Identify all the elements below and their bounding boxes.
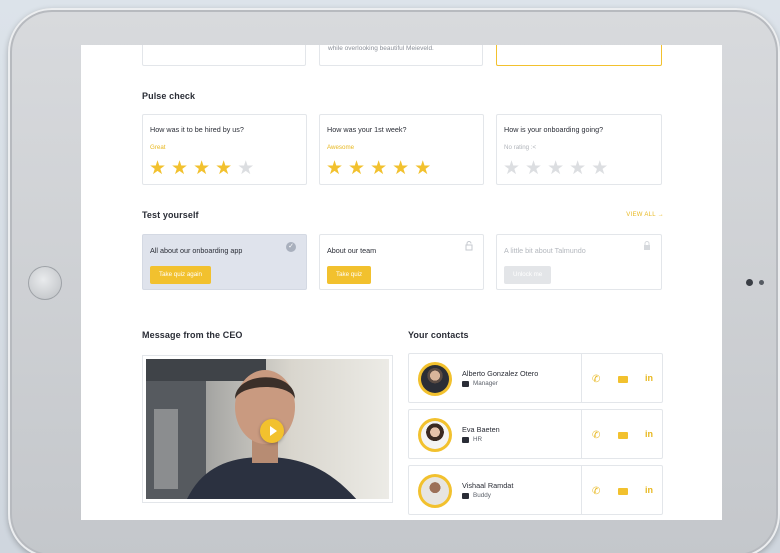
arrow-right-icon: →	[657, 212, 664, 218]
checkmark-icon: ✓	[286, 242, 296, 252]
quiz-card-talmundo[interactable]: A little bit about Talmundo Unlock me	[496, 234, 662, 290]
linkedin-icon[interactable]: in	[645, 429, 653, 439]
pulse-card-onboarding[interactable]: How is your onboarding going? No rating …	[496, 114, 662, 185]
top-card-middle[interactable]: while overlooking beautiful Meieveld.	[319, 45, 483, 66]
sensor-icon	[759, 280, 764, 285]
pulse-card-first-week[interactable]: How was your 1st week? Awesome ★ ★ ★ ★ ★	[319, 114, 484, 185]
avatar	[418, 418, 452, 452]
contact-name: Alberto Gonzalez Otero	[462, 369, 539, 378]
contact-role: Manager	[473, 380, 498, 387]
pulse-question: How is your onboarding going?	[504, 125, 604, 134]
ceo-message-title: Message from the CEO	[142, 330, 243, 340]
play-icon[interactable]	[260, 419, 284, 443]
view-all-label: VIEW ALL	[626, 212, 656, 218]
pulse-check-title: Pulse check	[142, 91, 196, 101]
contact-role: HR	[473, 436, 483, 443]
star-icon[interactable]: ★	[326, 159, 343, 178]
ceo-video-player[interactable]	[142, 355, 393, 503]
divider	[581, 354, 582, 402]
take-quiz-again-button[interactable]: Take quiz again	[150, 266, 211, 284]
unlocked-padlock-icon	[465, 241, 473, 251]
star-rating[interactable]: ★ ★ ★ ★ ★	[149, 159, 254, 178]
video-thumbnail	[146, 359, 389, 499]
top-card-left[interactable]	[142, 45, 306, 66]
star-icon[interactable]: ★	[149, 159, 166, 178]
quiz-card-onboarding-app[interactable]: All about our onboarding app ✓ Take quiz…	[142, 234, 307, 290]
star-icon[interactable]: ★	[370, 159, 387, 178]
pulse-question: How was your 1st week?	[327, 125, 407, 134]
app-screen: while overlooking beautiful Meieveld. Pu…	[81, 45, 722, 520]
home-button	[28, 266, 62, 300]
padlock-icon	[644, 241, 650, 250]
quiz-card-team[interactable]: About our team Take quiz	[319, 234, 484, 290]
star-rating[interactable]: ★ ★ ★ ★ ★	[503, 159, 608, 178]
briefcase-icon	[462, 381, 469, 387]
phone-icon[interactable]: ✆	[592, 486, 600, 497]
contact-card: Alberto Gonzalez Otero Manager ✆ in	[408, 353, 663, 403]
star-icon[interactable]: ★	[171, 159, 188, 178]
quiz-title: About our team	[327, 246, 377, 255]
star-icon[interactable]: ★	[348, 159, 365, 178]
top-card-right-selected[interactable]	[496, 45, 662, 66]
mail-icon[interactable]	[618, 488, 628, 495]
briefcase-icon	[462, 437, 469, 443]
star-icon[interactable]: ★	[237, 159, 254, 178]
avatar	[418, 362, 452, 396]
contact-card: Eva Baeten HR ✆ in	[408, 409, 663, 459]
test-yourself-title: Test yourself	[142, 210, 199, 220]
mail-icon[interactable]	[618, 376, 628, 383]
quiz-title: A little bit about Talmundo	[504, 246, 586, 255]
briefcase-icon	[462, 493, 469, 499]
phone-icon[interactable]: ✆	[592, 430, 600, 441]
pulse-card-hired[interactable]: How was it to be hired by us? Great ★ ★ …	[142, 114, 307, 185]
star-icon[interactable]: ★	[525, 159, 542, 178]
star-icon[interactable]: ★	[414, 159, 431, 178]
mail-icon[interactable]	[618, 432, 628, 439]
contact-name: Eva Baeten	[462, 425, 500, 434]
top-card-text: while overlooking beautiful Meieveld.	[328, 45, 434, 52]
pulse-rating-label: Awesome	[327, 144, 355, 151]
contact-role: Buddy	[473, 492, 491, 499]
phone-icon[interactable]: ✆	[592, 374, 600, 385]
star-icon[interactable]: ★	[392, 159, 409, 178]
contact-name: Vishaal Ramdat	[462, 481, 514, 490]
your-contacts-title: Your contacts	[408, 330, 469, 340]
star-icon[interactable]: ★	[193, 159, 210, 178]
take-quiz-button[interactable]: Take quiz	[327, 266, 372, 284]
star-icon[interactable]: ★	[503, 159, 520, 178]
linkedin-icon[interactable]: in	[645, 485, 653, 495]
star-icon[interactable]: ★	[215, 159, 232, 178]
star-icon[interactable]: ★	[591, 159, 608, 178]
star-rating[interactable]: ★ ★ ★ ★ ★	[326, 159, 431, 178]
divider	[581, 466, 582, 514]
avatar	[418, 474, 452, 508]
camera-icon	[746, 279, 753, 286]
divider	[581, 410, 582, 458]
star-icon[interactable]: ★	[569, 159, 586, 178]
pulse-rating-label: Great	[150, 144, 166, 151]
quiz-title: All about our onboarding app	[150, 246, 243, 255]
view-all-link[interactable]: VIEW ALL →	[626, 212, 664, 218]
linkedin-icon[interactable]: in	[645, 373, 653, 383]
unlock-me-button[interactable]: Unlock me	[504, 266, 552, 284]
pulse-question: How was it to be hired by us?	[150, 125, 244, 134]
star-icon[interactable]: ★	[547, 159, 564, 178]
pulse-rating-label: No rating :<	[504, 144, 537, 151]
contact-card: Vishaal Ramdat Buddy ✆ in	[408, 465, 663, 515]
